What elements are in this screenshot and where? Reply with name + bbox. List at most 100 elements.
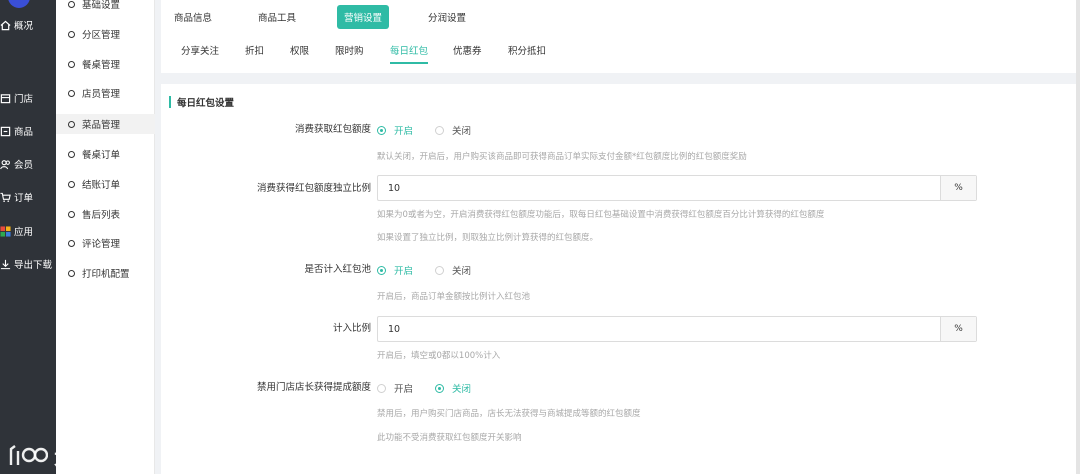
watermark-logo-icon	[9, 444, 48, 465]
subtab-discount[interactable]: 折扣	[245, 43, 264, 57]
store-icon	[0, 93, 11, 103]
submenu-item[interactable]: 店员管理	[56, 83, 155, 103]
consume-on-radio[interactable]: 开启	[377, 123, 413, 137]
submenu-item[interactable]: 基础设置	[56, 0, 155, 14]
bullet-icon	[68, 150, 75, 158]
nav-item-label: 应用	[14, 227, 34, 238]
submenu-label: 基础设置	[82, 0, 121, 11]
submenu-item[interactable]: 打印机配置	[56, 263, 155, 283]
submenu-label: 餐桌管理	[82, 60, 121, 71]
nav-item-overview[interactable]: 概况	[0, 16, 56, 34]
ratio-input-group: %	[377, 175, 977, 201]
submenu-item[interactable]: 餐桌订单	[56, 144, 155, 164]
submenu-label: 店员管理	[82, 89, 121, 100]
consume-help: 默认关闭，开启后，用户购买该商品即可获得商品订单实际支付金额*红包额度比例的红包…	[377, 152, 747, 162]
pool-label: 是否计入红包池	[304, 264, 371, 275]
submenu-item[interactable]: 评论管理	[56, 233, 155, 253]
member-icon	[0, 159, 10, 169]
settings-card: 每日红包设置 消费获取红包额度 开启 关闭 默认关闭，开启后，用户购买该商品即可…	[161, 84, 1076, 474]
tab-product-tools[interactable]: 商品工具	[248, 5, 306, 29]
pool-help: 开启后，商品订单金额按比例计入红包池	[377, 292, 531, 302]
submenu-label: 评论管理	[82, 239, 121, 250]
nav-item-label: 概况	[14, 21, 34, 32]
nav-item-goods[interactable]: 商品	[0, 122, 56, 140]
subtab-coupon[interactable]: 优惠券	[453, 43, 482, 57]
submenu-item[interactable]: 结账订单	[56, 174, 155, 194]
pool-ratio-input[interactable]	[378, 317, 940, 341]
section-title: 每日红包设置	[169, 96, 234, 109]
tab-product-info[interactable]: 商品信息	[164, 5, 222, 29]
bullet-icon	[68, 120, 75, 128]
watermark-text: 大数跨境	[54, 445, 134, 469]
radio-checked-icon	[435, 383, 444, 393]
bullet-icon	[68, 0, 75, 8]
radio-unchecked-icon	[377, 383, 386, 393]
pool-on-radio[interactable]: 开启	[377, 263, 413, 277]
subtab-flash-sale[interactable]: 限时购	[335, 43, 364, 57]
pool-ratio-input-group: %	[377, 316, 977, 342]
bullet-icon	[68, 269, 75, 277]
nav-item-label: 门店	[14, 94, 34, 105]
bullet-icon	[68, 239, 75, 247]
radio-checked-icon	[377, 265, 386, 275]
nav-item-store[interactable]: 门店	[0, 89, 56, 107]
consume-label: 消费获取红包额度	[294, 124, 371, 135]
bullet-icon	[68, 60, 75, 68]
nav-item-export[interactable]: 导出下载	[0, 255, 56, 273]
download-icon	[0, 259, 11, 269]
bullet-icon	[68, 210, 75, 218]
submenu-label: 结账订单	[82, 180, 121, 191]
bullet-icon	[68, 89, 75, 97]
disable-off-radio[interactable]: 关闭	[435, 381, 471, 395]
percent-addon: %	[940, 317, 976, 341]
cart-icon	[0, 192, 11, 202]
subtab-share[interactable]: 分享关注	[181, 43, 219, 57]
bullet-icon	[68, 30, 75, 38]
submenu-item-active[interactable]: 菜品管理	[56, 114, 155, 134]
radio-checked-icon	[377, 125, 386, 135]
tab-marketing[interactable]: 营销设置	[337, 5, 389, 29]
logo	[8, 0, 30, 8]
goods-icon	[0, 126, 11, 136]
consume-off-radio[interactable]: 关闭	[435, 123, 471, 137]
watermark: 大数跨境	[8, 441, 134, 470]
nav-item-apps[interactable]: 应用	[0, 222, 56, 240]
disable-label: 禁用门店店长获得提成额度	[256, 382, 371, 393]
submenu-item[interactable]: 分区管理	[56, 24, 155, 44]
submenu-label: 餐桌订单	[82, 150, 121, 161]
main-sidebar: 概况 门店 商品 会员 订单 应用 导出下载	[0, 0, 56, 474]
disable-help-1: 禁用后，用户购买门店商品，店长无法获得与商城提成等额的红包额度	[377, 409, 641, 419]
nav-item-label: 导出下载	[14, 260, 53, 271]
secondary-menu: 基础设置 分区管理 餐桌管理 店员管理 菜品管理 餐桌订单 结账订单 售后列表 …	[56, 0, 155, 474]
pool-ratio-label: 计入比例	[332, 323, 371, 334]
submenu-item[interactable]: 餐桌管理	[56, 54, 155, 74]
nav-item-member[interactable]: 会员	[0, 155, 56, 173]
home-icon	[0, 20, 11, 30]
subtab-permission[interactable]: 权限	[290, 43, 309, 57]
subtab-points-deduction[interactable]: 积分抵扣	[508, 43, 546, 57]
nav-item-order[interactable]: 订单	[0, 188, 56, 206]
pool-off-radio[interactable]: 关闭	[435, 263, 471, 277]
submenu-label: 菜品管理	[82, 120, 121, 131]
subtab-daily-red-packet[interactable]: 每日红包	[390, 43, 429, 64]
nav-item-label: 会员	[14, 160, 34, 171]
nav-item-label: 商品	[14, 127, 34, 138]
radio-unchecked-icon	[435, 125, 444, 135]
percent-addon: %	[940, 176, 976, 200]
radio-unchecked-icon	[435, 265, 444, 275]
ratio-help-1: 如果为0或者为空，开启消费获得红包额度功能后，取每日红包基础设置中消费获得红包额…	[377, 210, 825, 220]
disable-help-2: 此功能不受消费获取红包额度开关影响	[377, 433, 522, 443]
nav-item-label: 订单	[14, 193, 34, 204]
pool-ratio-help: 开启后，填空或0都以100%计入	[377, 351, 501, 361]
tab-profit-share[interactable]: 分润设置	[418, 5, 476, 29]
submenu-label: 打印机配置	[82, 269, 130, 280]
ratio-input[interactable]	[378, 176, 940, 200]
scrollbar-track[interactable]	[1076, 0, 1080, 474]
submenu-label: 分区管理	[82, 30, 121, 41]
submenu-item[interactable]: 售后列表	[56, 204, 155, 224]
bullet-icon	[68, 180, 75, 188]
tab-panel: 商品信息 商品工具 营销设置 分润设置 分享关注 折扣 权限 限时购 每日红包 …	[161, 0, 1076, 73]
submenu-label: 售后列表	[82, 210, 121, 221]
disable-on-radio[interactable]: 开启	[377, 381, 413, 395]
ratio-help-2: 如果设置了独立比例，则取独立比例计算获得的红包额度。	[377, 233, 599, 243]
